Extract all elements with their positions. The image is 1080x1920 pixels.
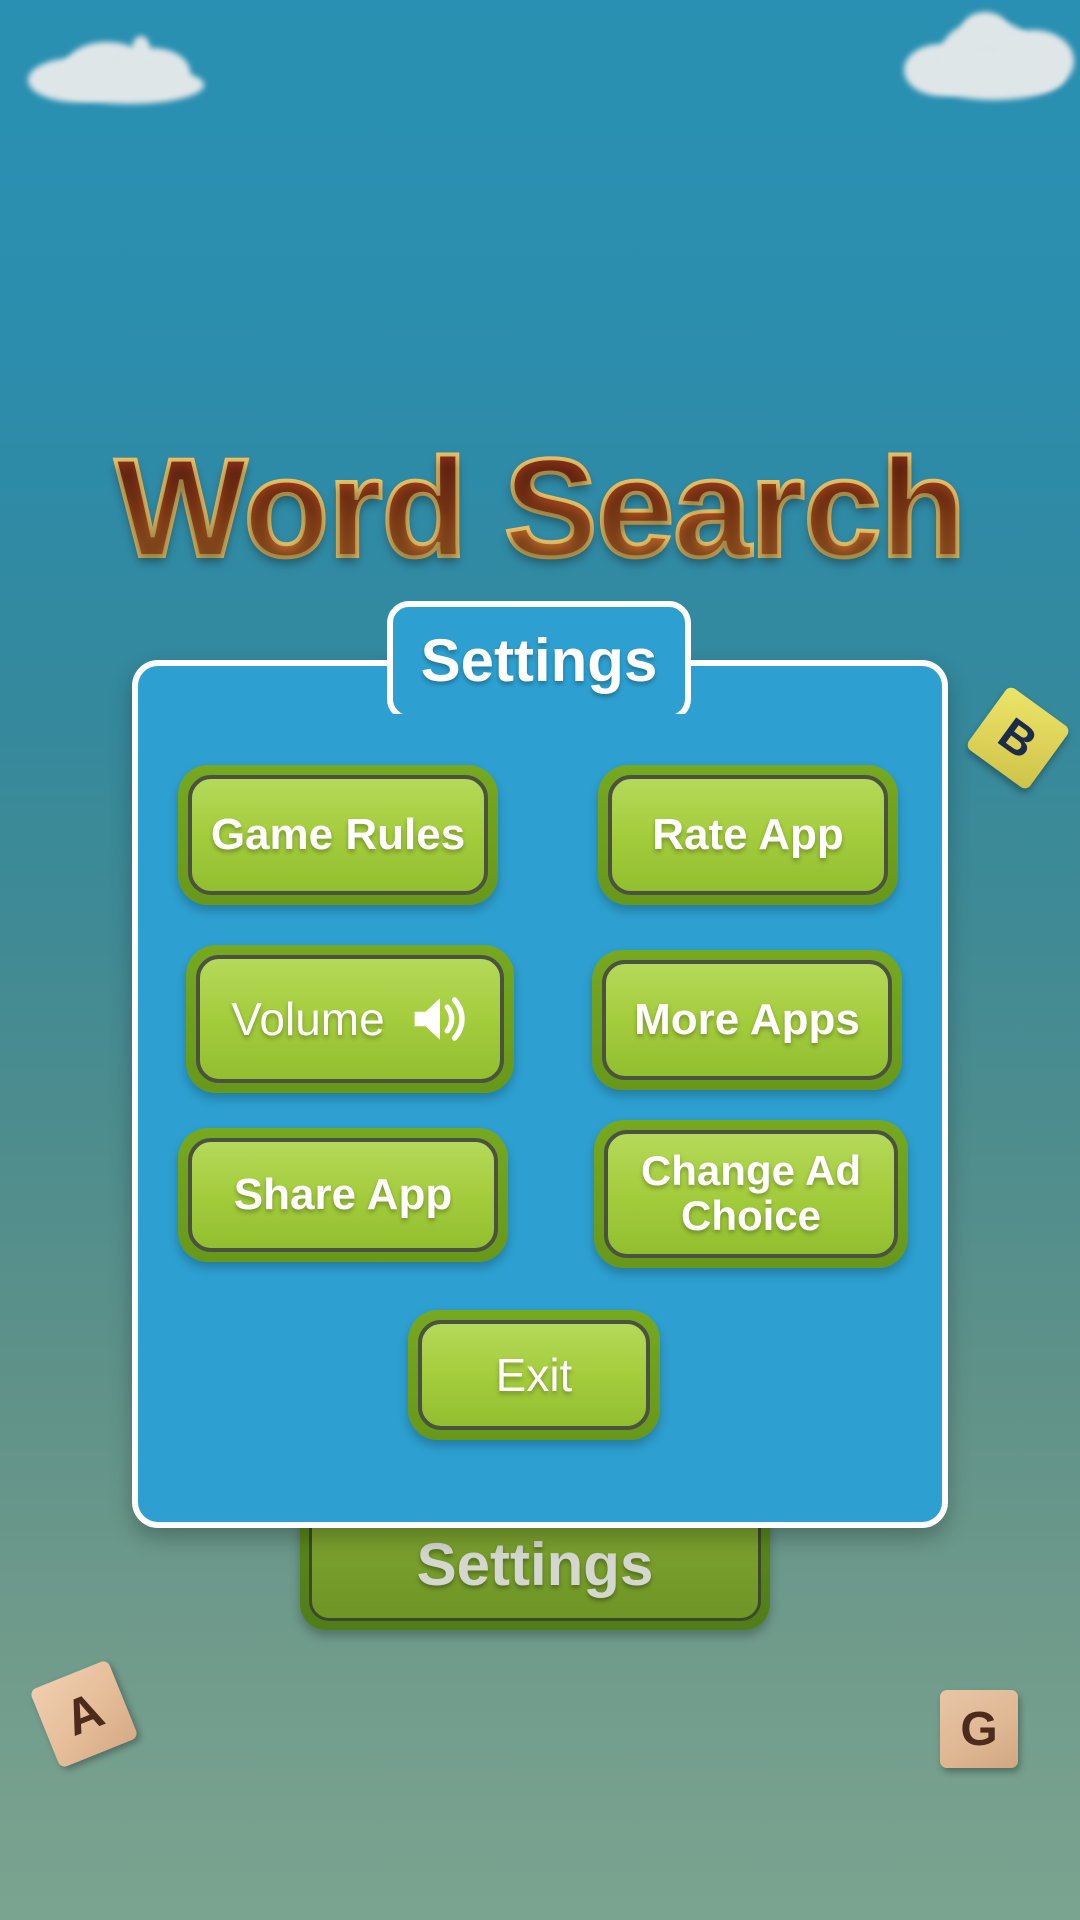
more-apps-button[interactable]: More Apps [592, 950, 902, 1090]
letter-tile-label: B [989, 707, 1047, 769]
cloud-icon [28, 36, 218, 106]
exit-button[interactable]: Exit [408, 1310, 660, 1440]
speaker-icon [414, 997, 465, 1041]
game-rules-button-face: Game Rules [188, 775, 488, 895]
game-screen: Word Search B A G Settings Settings Game… [0, 0, 1080, 1920]
letter-tile-b: B [964, 684, 1072, 792]
letter-tile-a: A [29, 1659, 139, 1769]
rate-app-button[interactable]: Rate App [598, 765, 898, 905]
letter-tile-g: G [940, 1690, 1018, 1768]
change-ad-choice-button-label: Change Ad Choice [640, 1147, 862, 1239]
volume-button[interactable]: Volume [186, 945, 514, 1093]
share-app-button-label: Share App [233, 1169, 453, 1219]
game-rules-button[interactable]: Game Rules [178, 765, 498, 905]
exit-button-face: Exit [418, 1320, 650, 1430]
share-app-button[interactable]: Share App [178, 1128, 508, 1262]
more-apps-button-label: More Apps [634, 994, 860, 1044]
change-ad-choice-button-face: Change Ad Choice [604, 1130, 898, 1258]
change-ad-choice-button[interactable]: Change Ad Choice [594, 1120, 908, 1268]
volume-button-face: Volume [196, 955, 504, 1083]
rate-app-button-label: Rate App [652, 809, 844, 859]
page-title: Word Search [0, 436, 1080, 580]
share-app-button-face: Share App [188, 1138, 498, 1252]
letter-tile-label: A [56, 1681, 112, 1747]
rate-app-button-face: Rate App [608, 775, 888, 895]
more-apps-button-face: More Apps [602, 960, 892, 1080]
background-settings-button-label: Settings [416, 1530, 654, 1598]
volume-button-label: Volume [231, 992, 385, 1045]
settings-dialog-title: Settings [420, 627, 658, 694]
exit-button-label: Exit [495, 1348, 573, 1401]
game-rules-button-label: Game Rules [210, 809, 466, 859]
settings-dialog-title-tab: Settings [387, 601, 691, 721]
letter-tile-label: G [960, 1702, 998, 1756]
cloud-icon [900, 10, 1080, 106]
settings-tab-joiner [393, 714, 685, 732]
